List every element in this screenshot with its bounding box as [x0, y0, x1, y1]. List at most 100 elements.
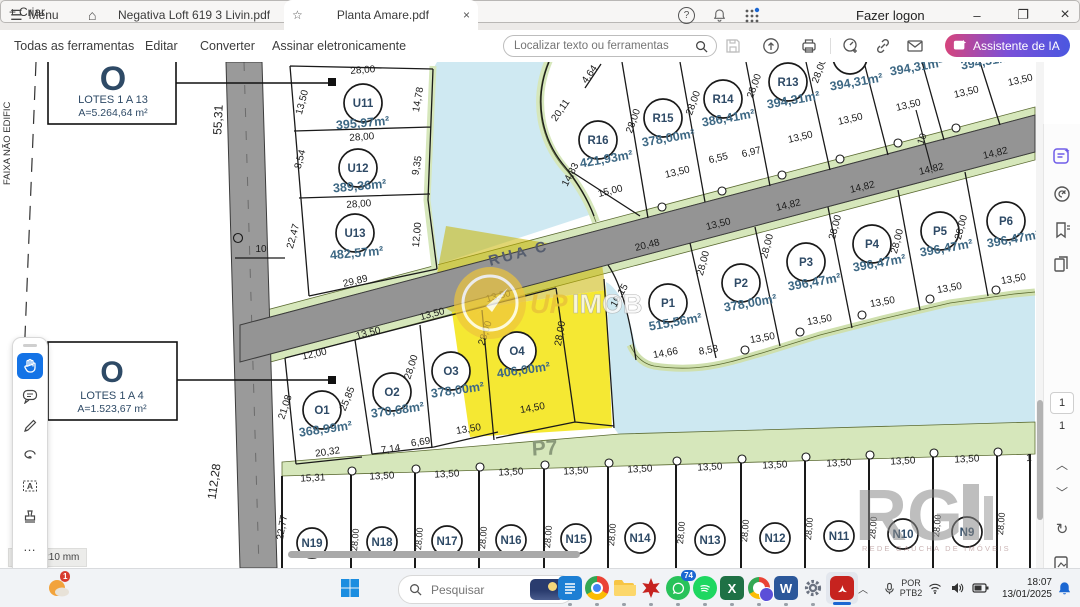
- find-box[interactable]: [503, 35, 717, 57]
- pencil-tool-button[interactable]: [17, 413, 43, 439]
- app-reading-list[interactable]: [556, 574, 584, 602]
- help-button[interactable]: ?: [678, 0, 695, 30]
- tray-clock[interactable]: 18:0713/01/2025: [1002, 577, 1052, 600]
- gear-icon: [802, 577, 824, 599]
- app-whatsapp[interactable]: 74: [664, 574, 692, 602]
- email-icon[interactable]: [906, 37, 924, 55]
- page-number-box[interactable]: 1: [1050, 392, 1074, 414]
- upload-cloud-icon[interactable]: [762, 37, 780, 55]
- dim-label: 8,54: [293, 148, 309, 170]
- lot-id: R15: [652, 113, 674, 125]
- dim-label: 13,50: [826, 457, 852, 469]
- hand-tool-button[interactable]: [17, 353, 43, 379]
- menu-button[interactable]: ☰ Menu: [10, 0, 59, 30]
- more-tools-button[interactable]: …: [17, 533, 43, 559]
- lot-id: N18: [371, 537, 393, 549]
- dim-label: 13,50: [498, 466, 524, 478]
- pages-panel-button[interactable]: [1052, 254, 1072, 274]
- boundary-marker: [605, 459, 613, 467]
- app-red-plugin[interactable]: [637, 574, 665, 602]
- tray-time: 18:07: [1027, 577, 1052, 588]
- menu-esign[interactable]: Assinar eletronicamente: [272, 30, 406, 62]
- wifi-icon: [928, 581, 942, 595]
- dim-label: 28,00: [684, 89, 703, 117]
- windows-logo-icon: [340, 578, 360, 598]
- lot-id: P6: [999, 216, 1013, 228]
- right-sidebar: 1 1 ︿ ﹀ ↻: [1043, 124, 1080, 607]
- boundary-marker: [541, 461, 549, 469]
- tray-battery[interactable]: [968, 574, 992, 602]
- print-icon[interactable]: [800, 37, 818, 55]
- notifications-button[interactable]: [712, 0, 727, 30]
- tray-notifications[interactable]: [1052, 574, 1076, 602]
- save-icon[interactable]: [724, 37, 742, 55]
- find-input[interactable]: [512, 39, 689, 53]
- tray-language[interactable]: PORPTB2: [896, 578, 926, 598]
- boundary-marker: [992, 286, 1000, 294]
- boundary-marker: [836, 155, 844, 163]
- tab-negativa-loft[interactable]: Negativa Loft 619 3 Livin.pdf: [118, 0, 270, 30]
- text-select-tool-button[interactable]: A: [17, 473, 43, 499]
- app-file-explorer[interactable]: [610, 574, 638, 602]
- tray-expand-chevron[interactable]: ︿: [852, 574, 874, 602]
- taskbar-search-input[interactable]: [429, 582, 523, 598]
- lasso-tool-button[interactable]: [17, 443, 43, 469]
- pdf-canvas[interactable]: O LOTES 1 A 13 A=5.264,64 m² O LOTES 1 A…: [0, 62, 1080, 568]
- app-chrome-profile[interactable]: [745, 574, 773, 602]
- dim-label: 28,00: [739, 519, 751, 542]
- lot-id: N11: [829, 531, 850, 543]
- restore-button[interactable]: ❐: [1008, 0, 1038, 30]
- comment-tool-button[interactable]: [17, 383, 43, 409]
- lot-id: P3: [799, 257, 813, 269]
- boundary-marker: [926, 295, 934, 303]
- menu-all-tools[interactable]: Todas as ferramentas: [14, 30, 134, 62]
- prev-page-button[interactable]: ︿: [1044, 456, 1080, 473]
- close-button[interactable]: ×: [1050, 0, 1080, 30]
- apps-grid-button[interactable]: [744, 0, 760, 30]
- tab-planta-amare-active[interactable]: ☆ Planta Amare.pdf ×: [284, 0, 478, 30]
- rotate-page-button[interactable]: ↻: [1044, 520, 1080, 538]
- weather-widget[interactable]: 1: [44, 574, 72, 602]
- boundary-marker: [994, 448, 1002, 456]
- dim-label: 9,35: [410, 155, 424, 177]
- link-icon[interactable]: [874, 37, 892, 55]
- start-button[interactable]: [336, 574, 364, 602]
- palette-grip[interactable]: [23, 344, 37, 347]
- dim-label: 14,78: [411, 86, 426, 113]
- app-excel[interactable]: X: [718, 574, 746, 602]
- lot-area: 389,36m²: [332, 177, 387, 196]
- title-bar: ☰ Menu ⌂ Negativa Loft 619 3 Livin.pdf ☆…: [0, 0, 1080, 31]
- dim-label: 25,85: [338, 385, 358, 413]
- close-icon: ×: [1060, 6, 1069, 24]
- tray-volume[interactable]: [946, 574, 968, 602]
- app-chrome[interactable]: [583, 574, 611, 602]
- dim-label: 13,50: [895, 97, 922, 113]
- star-icon[interactable]: ☆: [292, 8, 303, 22]
- stamp-tool-button[interactable]: [17, 503, 43, 529]
- menu-convert[interactable]: Converter: [200, 30, 255, 62]
- ai-assistant-button[interactable]: Assistente de IA: [945, 34, 1070, 57]
- lasso-icon: [22, 448, 38, 464]
- boundary-marker: [952, 124, 960, 132]
- next-page-button[interactable]: ﹀: [1044, 484, 1080, 501]
- tab-close-icon[interactable]: ×: [463, 8, 470, 22]
- home-button[interactable]: ⌂: [88, 0, 96, 30]
- ai-chat-icon: [953, 39, 967, 53]
- login-button[interactable]: Fazer logon: [856, 0, 925, 30]
- boundary-marker: [858, 311, 866, 319]
- bookmarks-panel-button[interactable]: [1052, 220, 1072, 240]
- comments-panel-button[interactable]: [1052, 184, 1072, 204]
- add-comment-icon[interactable]: [842, 37, 860, 55]
- app-settings[interactable]: [799, 574, 827, 602]
- horizontal-scrollbar-thumb[interactable]: [288, 551, 580, 558]
- app-word[interactable]: W: [772, 574, 800, 602]
- minimize-button[interactable]: –: [962, 0, 992, 30]
- dim-label: 6,97: [741, 145, 763, 160]
- tray-wifi[interactable]: [924, 574, 946, 602]
- app-spotify[interactable]: [691, 574, 719, 602]
- taskbar-search[interactable]: [398, 575, 574, 604]
- menu-edit[interactable]: Editar: [145, 30, 178, 62]
- ai-summary-button[interactable]: [1052, 146, 1072, 166]
- lot-marker: [833, 62, 867, 74]
- lot-id: O1: [314, 405, 330, 417]
